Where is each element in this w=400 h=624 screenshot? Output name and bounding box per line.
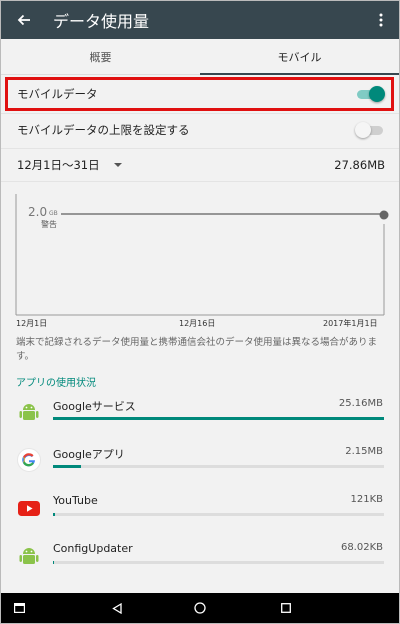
app-size: 2.15MB	[345, 446, 383, 457]
usage-bar	[53, 417, 384, 420]
period-label: 12月1日〜31日	[17, 157, 100, 172]
app-row[interactable]: YouTube 121KB	[1, 486, 399, 534]
usage-note: 端末で記録されるデータ使用量と携帯通信会社のデータ使用量は異なる場合があります。	[16, 337, 378, 362]
warning-value: 2.0	[28, 205, 47, 219]
google-g-icon	[17, 448, 41, 472]
system-nav-bar	[1, 593, 399, 623]
app-size: 25.16MB	[338, 398, 383, 409]
warning-unit: GB	[49, 210, 58, 217]
warning-label: 警告	[41, 219, 57, 229]
app-size: 68.02KB	[340, 542, 383, 553]
x-tick-label: 12月16日	[179, 319, 215, 328]
usage-bar-fill	[53, 513, 55, 516]
nav-back-button[interactable]	[105, 593, 129, 623]
youtube-icon	[18, 501, 40, 516]
usage-bar	[53, 561, 384, 564]
app-row[interactable]: Googleサービス 25.16MB	[1, 390, 399, 438]
section-title: アプリの使用状況	[16, 378, 96, 389]
page-title: データ使用量	[53, 12, 150, 31]
nav-recents-icon	[281, 603, 291, 613]
usage-chart-svg: 2.0 GB 警告 12月1日 12月16日 2017年1月1日	[15, 194, 389, 328]
android-icon	[19, 404, 39, 420]
highlight-box	[5, 77, 394, 111]
more-options-button[interactable]	[363, 1, 399, 39]
app-row[interactable]: Googleアプリ 2.15MB	[1, 438, 399, 486]
tab-overview[interactable]: 概要	[1, 39, 200, 74]
usage-bar-fill	[53, 417, 384, 420]
back-button[interactable]	[1, 1, 47, 39]
app-name: Googleサービス	[53, 400, 136, 413]
usage-bar-fill	[53, 561, 54, 564]
toggle-thumb	[355, 121, 371, 138]
app-row[interactable]: ConfigUpdater 68.02KB	[1, 534, 399, 582]
usage-chart: 2.0 GB 警告 12月1日 12月16日 2017年1月1日	[1, 181, 399, 331]
screenshot-icon	[13, 603, 25, 613]
usage-bar-fill	[53, 465, 82, 468]
usage-bar	[53, 465, 384, 468]
tab-mobile[interactable]: モバイル	[200, 39, 399, 75]
nav-back-icon	[112, 602, 122, 614]
tab-bar: 概要 モバイル	[1, 39, 399, 75]
usage-bar	[53, 513, 384, 516]
app-size: 121KB	[350, 494, 383, 505]
app-name: YouTube	[53, 494, 98, 507]
x-tick-label: 12月1日	[16, 319, 47, 328]
period-row: 12月1日〜31日 27.86MB	[1, 148, 399, 180]
data-limit-toggle[interactable]	[355, 121, 385, 138]
nav-recents-button[interactable]	[274, 593, 298, 623]
nav-home-button[interactable]	[188, 593, 212, 623]
arrow-back-icon	[17, 14, 30, 26]
android-icon	[19, 548, 39, 564]
x-tick-label: 2017年1月1日	[323, 318, 378, 328]
warning-line-handle[interactable]	[379, 210, 389, 220]
data-limit-label: モバイルデータの上限を設定する	[17, 122, 190, 137]
period-selector[interactable]: 12月1日〜31日	[17, 157, 122, 173]
nav-home-icon	[194, 602, 206, 614]
app-name: Googleアプリ	[53, 448, 125, 461]
screenshot-button[interactable]	[7, 593, 31, 623]
dropdown-caret-icon	[113, 162, 122, 167]
app-name: ConfigUpdater	[53, 542, 133, 555]
data-limit-row[interactable]: モバイルデータの上限を設定する	[1, 113, 399, 145]
app-bar: データ使用量	[1, 1, 399, 39]
more-vert-icon	[379, 13, 383, 27]
period-total: 27.86MB	[334, 157, 385, 172]
